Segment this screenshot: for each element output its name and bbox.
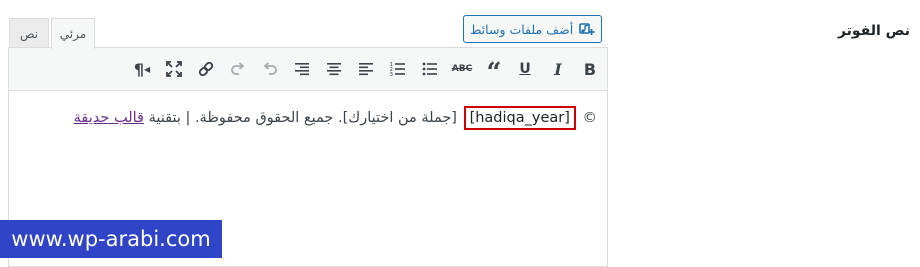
- strikethrough-button[interactable]: ABC: [451, 58, 473, 80]
- undo-icon: [263, 62, 277, 75]
- undo-button[interactable]: [259, 58, 281, 80]
- strikethrough-icon: ABC: [451, 64, 473, 74]
- numbered-list-icon: 1 2 3: [390, 62, 405, 78]
- editor-content[interactable]: © [hadiqa_year] [جملة من اختيارك]. جميع …: [74, 106, 597, 130]
- bulleted-list-icon: [422, 62, 437, 76]
- fullscreen-icon: [166, 61, 182, 77]
- align-center-button[interactable]: [323, 58, 345, 80]
- theme-link[interactable]: قالب حديقة: [74, 110, 144, 126]
- numbered-list-button[interactable]: 1 2 3: [387, 58, 409, 80]
- watermark: www.wp-arabi.com: [0, 220, 222, 258]
- bulleted-list-button[interactable]: [419, 58, 441, 80]
- bold-button[interactable]: B: [579, 58, 601, 80]
- add-media-label: أضف ملفات وسائط: [469, 21, 574, 37]
- redo-button[interactable]: [227, 58, 249, 80]
- footer-text-label: نص الفوتر: [837, 23, 910, 39]
- footer-text: [جملة من اختيارك]. جميع الحقوق محفوظة. |…: [148, 110, 457, 126]
- add-media-button[interactable]: أضف ملفات وسائط: [463, 15, 602, 43]
- redo-icon: [231, 62, 245, 75]
- align-right-icon: [295, 63, 309, 76]
- editor-toolbar: B I U “ ABC 1 2 3 ¶ ◀: [9, 48, 607, 91]
- blockquote-icon: “: [486, 58, 502, 88]
- underline-button[interactable]: U: [514, 58, 536, 80]
- paragraph-direction-button[interactable]: ¶ ◀: [131, 58, 153, 80]
- blockquote-button[interactable]: “: [483, 58, 505, 88]
- underline-icon: U: [519, 61, 531, 77]
- link-icon: [198, 61, 214, 77]
- align-right-button[interactable]: [291, 58, 313, 80]
- fullscreen-button[interactable]: [163, 58, 185, 80]
- bold-icon: B: [583, 59, 597, 79]
- link-button[interactable]: [195, 58, 217, 80]
- italic-icon: I: [554, 59, 562, 79]
- paragraph-direction-icon: ¶ ◀: [133, 59, 151, 79]
- italic-button[interactable]: I: [547, 58, 569, 80]
- tab-visual[interactable]: مرئي: [51, 18, 95, 49]
- shortcode-highlight: [hadiqa_year]: [463, 106, 576, 130]
- tab-text[interactable]: نص: [9, 18, 49, 48]
- copyright-symbol: ©: [582, 110, 598, 126]
- align-center-icon: [327, 63, 341, 76]
- align-left-button[interactable]: [355, 58, 377, 80]
- svg-text:3: 3: [390, 72, 394, 78]
- align-left-icon: [359, 63, 373, 76]
- add-media-icon: [579, 21, 595, 37]
